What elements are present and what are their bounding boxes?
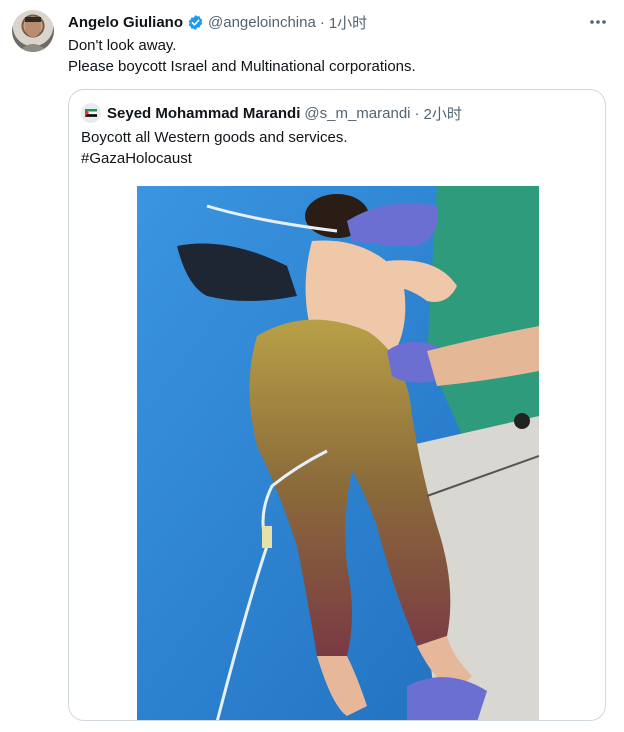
quoted-tweet-card[interactable]: Seyed Mohammad Marandi @s_m_marandi · 2小…	[68, 89, 606, 721]
tweet-text: Don't look away. Please boycott Israel a…	[68, 35, 608, 77]
quoted-text-line: Boycott all Western goods and services.	[81, 129, 348, 146]
verified-badge-icon	[188, 14, 203, 30]
quoted-post-time[interactable]: 2小时	[424, 103, 462, 124]
tweet-text-line: Please boycott Israel and Multinational …	[68, 58, 416, 75]
avatar-image	[18, 17, 48, 52]
quoted-author-name[interactable]: Seyed Mohammad Marandi	[107, 105, 300, 122]
more-options-button[interactable]	[586, 12, 610, 32]
separator-dot: ·	[319, 13, 325, 31]
author-avatar[interactable]	[12, 10, 54, 52]
quoted-hashtag[interactable]: #GazaHolocaust	[81, 148, 591, 169]
separator-dot: ·	[414, 104, 420, 122]
quoted-author-handle[interactable]: @s_m_marandi	[304, 105, 410, 122]
quoted-tweet-text: Boycott all Western goods and services. …	[81, 127, 591, 169]
photo-image	[137, 186, 539, 720]
quoted-author-avatar[interactable]	[81, 103, 101, 123]
quoted-tweet-photo[interactable]	[137, 186, 539, 720]
more-options-icon	[590, 20, 606, 24]
author-name[interactable]: Angelo Giuliano	[68, 14, 183, 31]
quoted-tweet-header: Seyed Mohammad Marandi @s_m_marandi · 2小…	[81, 102, 462, 124]
author-handle[interactable]: @angeloinchina	[208, 14, 316, 31]
tweet-text-line: Don't look away.	[68, 37, 177, 54]
tweet-header: Angelo Giuliano @angeloinchina · 1小时	[68, 12, 367, 32]
post-time[interactable]: 1小时	[329, 12, 367, 33]
